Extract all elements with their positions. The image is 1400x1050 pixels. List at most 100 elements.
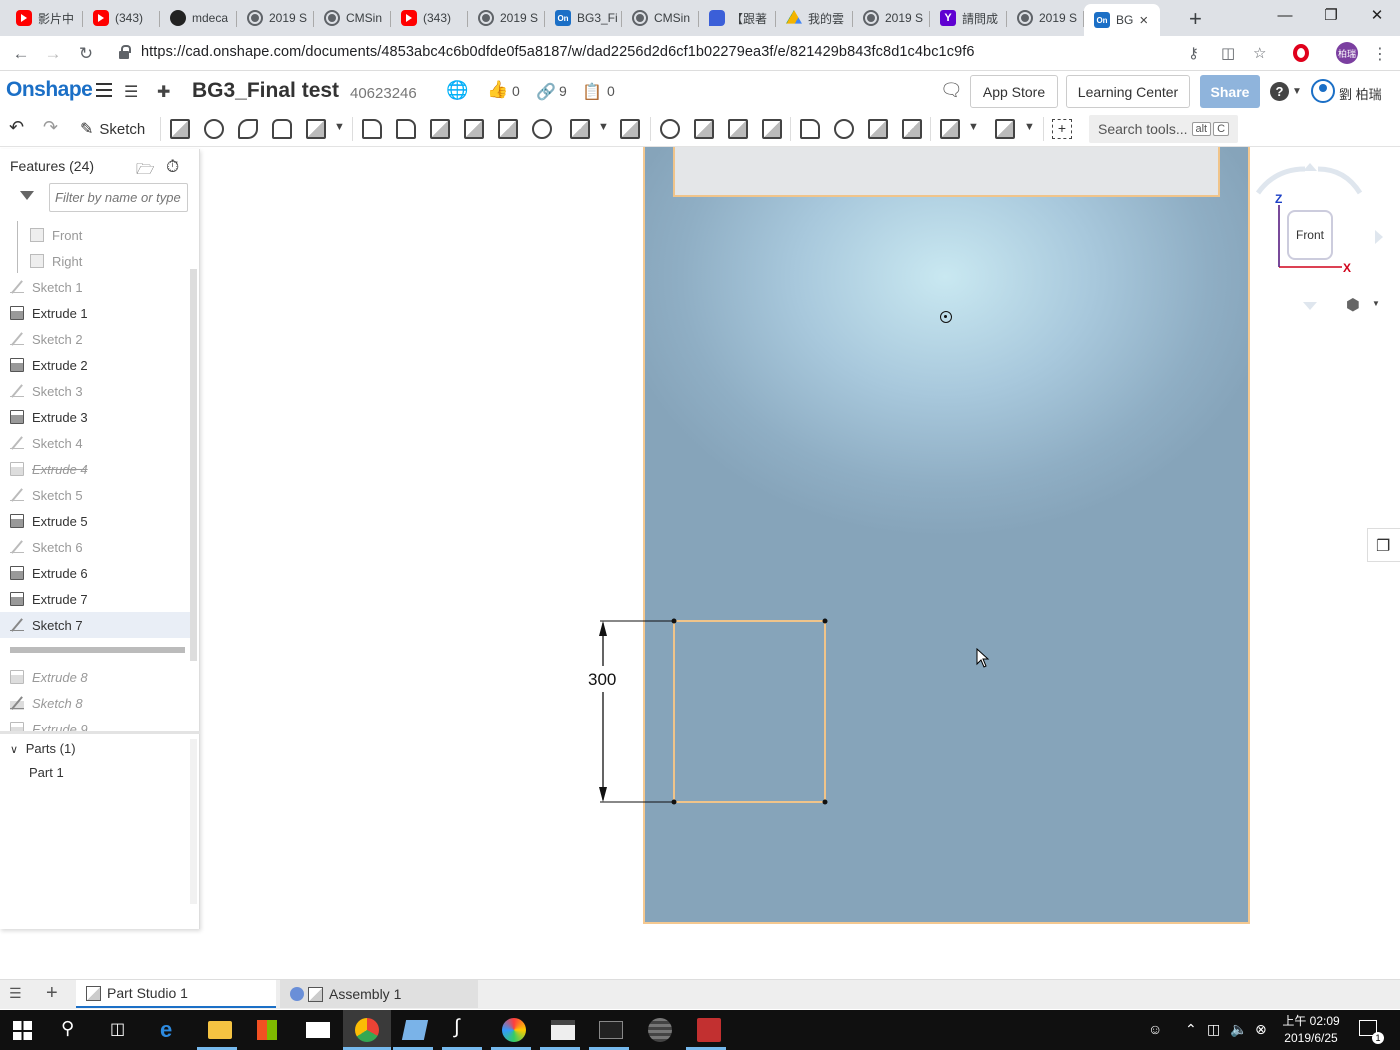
sketch-vertex[interactable] [822,618,828,624]
chrome-icon[interactable] [355,1018,379,1042]
search-tools-input[interactable]: Search tools... alt C [1089,115,1238,143]
app-store-button[interactable]: App Store [970,75,1058,108]
chevron-down-icon[interactable]: ▼ [968,121,979,133]
color-app-icon[interactable] [502,1018,526,1042]
tab-list-icon[interactable]: ☰ [9,985,22,1002]
rib-icon[interactable] [464,119,484,139]
people-icon[interactable]: ☺ [1148,1021,1162,1037]
tab-assembly[interactable]: Assembly 1 [280,980,478,1008]
redo-icon[interactable]: ↷ [43,117,58,138]
browser-tab[interactable]: On BG3_Fi [545,4,622,32]
add-custom-feature-icon[interactable]: + [1052,119,1072,139]
minimize-button[interactable]: — [1262,0,1308,30]
feature-item[interactable]: Right [0,248,190,274]
feature-list-scrollbar[interactable] [190,269,197,661]
reload-button[interactable]: ↻ [73,41,99,67]
chevron-down-icon[interactable]: ▼ [334,121,345,133]
feature-item[interactable]: Extrude 9 [0,716,190,731]
sketch-vertex[interactable] [671,618,677,624]
task-view-icon[interactable]: ◫ [110,1019,134,1043]
feature-item[interactable]: Extrude 3 [0,404,190,430]
onshape-logo[interactable]: Onshape [6,78,93,102]
learning-center-button[interactable]: Learning Center [1066,75,1190,108]
like-icon[interactable]: 👍 [487,80,508,100]
restore-button[interactable]: ❐ [1308,0,1354,30]
feature-item[interactable]: Sketch 1 [0,274,190,300]
search-icon[interactable]: ⚲ [61,1018,85,1042]
new-tab-button[interactable]: + [1189,6,1202,32]
chevron-up-icon[interactable]: ⌃ [1185,1021,1197,1038]
share-button[interactable]: Share [1200,75,1260,108]
profile-avatar[interactable]: 柏瑞 [1336,42,1358,64]
globe-icon[interactable]: 🌐 [446,80,468,101]
sketch-vertex[interactable] [671,799,677,805]
pen-app-icon[interactable] [697,1018,721,1042]
feature-item[interactable]: Sketch 3 [0,378,190,404]
revolve-icon[interactable] [204,119,224,139]
view-cube[interactable]: Z X Front ⬢ ▼ [1250,155,1400,325]
fillet-icon[interactable] [362,119,382,139]
dimension-value[interactable]: 300 [588,670,616,690]
rotate-ccw-arc-icon[interactable] [1255,166,1306,195]
edge-browser-icon[interactable]: e [160,1017,184,1042]
browser-tab[interactable]: 【跟著 [699,4,776,32]
feature-item[interactable]: Extrude 1 [0,300,190,326]
sketch-vertex[interactable] [822,799,828,805]
feature-item[interactable]: Extrude 4 [0,456,190,482]
add-config-icon[interactable]: ✚ [157,82,170,102]
browser-tab[interactable]: 影片中 [6,4,83,32]
feature-item[interactable]: Sketch 8 [0,690,190,716]
close-window-button[interactable]: ✕ [1354,0,1400,30]
shell-icon[interactable] [498,119,518,139]
part-top-slot[interactable] [673,147,1220,197]
ime-icon[interactable]: ⊗ [1255,1021,1267,1038]
side-panel-toggle[interactable]: ❐ [1367,528,1400,562]
feature-item[interactable]: Sketch 2 [0,326,190,352]
part-item[interactable]: Part 1 [29,765,64,780]
parts-scrollbar[interactable] [190,739,197,904]
tab-part-studio[interactable]: Part Studio 1 [76,980,276,1008]
sketch-rectangle[interactable] [673,620,826,803]
clock[interactable]: 上午 02:09 2019/6/25 [1280,1013,1342,1047]
transform-icon[interactable] [728,119,748,139]
pattern-icon[interactable] [570,119,590,139]
plane-icon[interactable] [940,119,960,139]
feature-item[interactable]: Extrude 8 [0,664,190,690]
volume-icon[interactable]: 🔈 [1230,1021,1247,1038]
feature-item[interactable]: Sketch 5 [0,482,190,508]
opera-extension-icon[interactable] [1293,44,1309,62]
key-icon[interactable]: ⚷ [1188,44,1199,62]
origin-point-icon[interactable] [940,311,952,323]
notepad-icon[interactable] [401,1020,429,1040]
sphere-app-icon[interactable] [648,1018,672,1042]
undo-icon[interactable]: ↶ [9,117,24,138]
panel-divider[interactable] [0,731,200,734]
copy-icon[interactable]: 📋 [582,82,602,102]
url-field[interactable]: https://cad.onshape.com/documents/4853ab… [141,44,975,60]
browser-tab[interactable]: 我的雲 [776,4,853,32]
user-name[interactable]: 劉 柏瑞 [1339,84,1382,103]
hole-icon[interactable] [532,119,552,139]
document-title[interactable]: BG3_Final test [192,79,339,103]
browser-tab[interactable]: (343) [83,4,160,32]
rotate-down-arrow-icon[interactable] [1303,302,1317,310]
delete-face-icon[interactable] [834,119,854,139]
windows-start-icon[interactable] [13,1021,32,1040]
feature-item[interactable]: Sketch 4 [0,430,190,456]
thicken-icon[interactable] [306,119,326,139]
boolean-icon[interactable] [660,119,680,139]
move-face-icon[interactable] [868,119,888,139]
help-icon[interactable]: ? [1270,82,1289,101]
mail-icon[interactable] [306,1022,330,1038]
chevron-down-icon[interactable]: ▼ [598,121,609,133]
browser-tab[interactable]: CMSin [314,4,391,32]
draft-icon[interactable] [430,119,450,139]
view-options-cube-icon[interactable]: ⬢ [1346,295,1360,315]
menu-icon[interactable] [96,83,112,97]
browser-tab[interactable]: 2019 S [237,4,314,32]
browser-tab[interactable]: CMSin [622,4,699,32]
view-cube-front-face[interactable]: Front [1287,210,1333,260]
browser-tab[interactable]: On BG × [1084,4,1160,36]
sweep-icon[interactable] [238,119,258,139]
inkscape-icon[interactable]: ∫ [454,1016,478,1040]
